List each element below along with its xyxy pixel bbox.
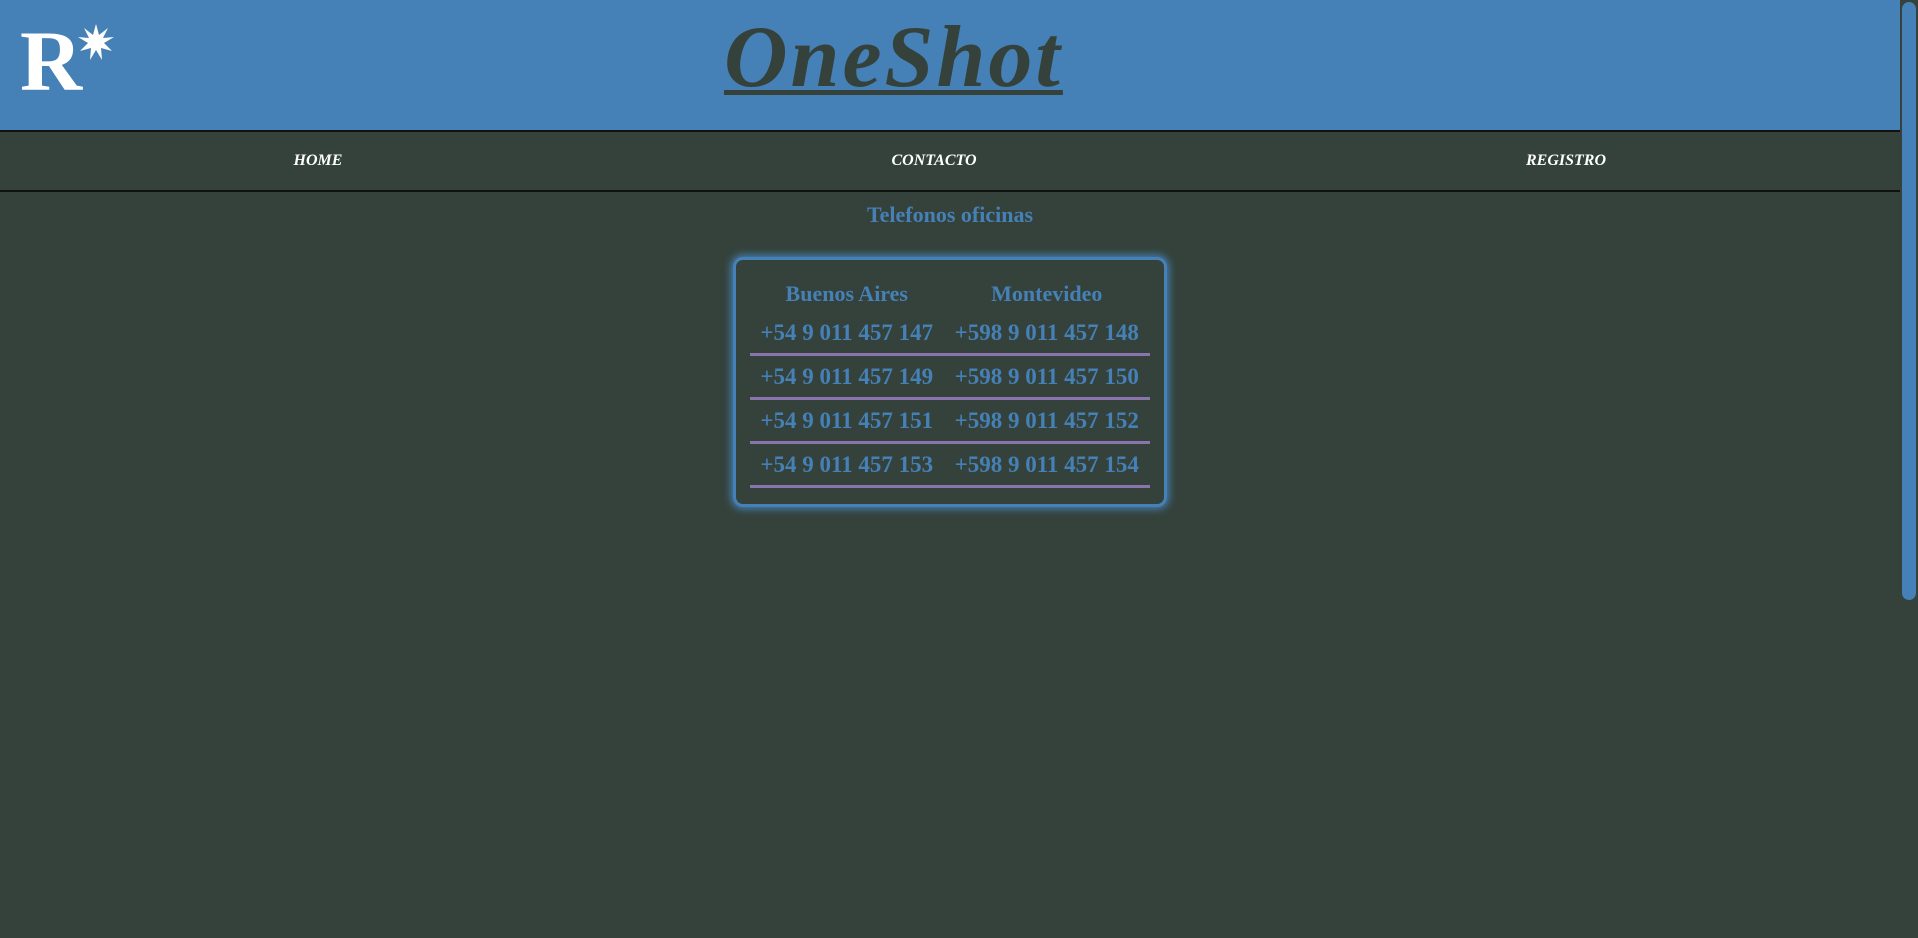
phone-cell: +54 9 011 457 151 (750, 398, 944, 444)
scrollbar-thumb[interactable] (1902, 2, 1916, 600)
phone-cell: +54 9 011 457 147 (750, 312, 944, 356)
page: R OneShot HOME CONTACTO REGISTRO Telefon… (0, 0, 1918, 938)
table-row: +54 9 011 457 149 +598 9 011 457 150 (750, 354, 1150, 400)
column-header-montevideo: Montevideo (991, 281, 1103, 306)
header: R OneShot (0, 0, 1900, 132)
page-title: Telefonos oficinas (866, 202, 1034, 227)
phones-table: Buenos Aires Montevideo +54 9 011 457 14… (750, 276, 1150, 488)
nav-home-link[interactable]: HOME (218, 132, 418, 190)
phones-card: Buenos Aires Montevideo +54 9 011 457 14… (733, 257, 1167, 507)
phone-cell: +598 9 011 457 148 (943, 312, 1150, 356)
logo-letter: R (20, 13, 83, 109)
table-row: +54 9 011 457 151 +598 9 011 457 152 (750, 398, 1150, 444)
vertical-scrollbar[interactable] (1900, 0, 1918, 938)
phone-cell: +598 9 011 457 154 (943, 442, 1150, 488)
brand-title: OneShot (724, 9, 1063, 106)
phone-cell: +598 9 011 457 150 (943, 354, 1150, 400)
column-header-buenos-aires: Buenos Aires (785, 281, 908, 306)
main-nav: HOME CONTACTO REGISTRO (0, 132, 1900, 192)
table-header-row: Buenos Aires Montevideo (750, 276, 1150, 312)
site-logo[interactable]: R (20, 18, 120, 108)
nav-contact-link[interactable]: CONTACTO (834, 132, 1034, 190)
phone-cell: +598 9 011 457 152 (943, 398, 1150, 444)
phone-cell: +54 9 011 457 153 (750, 442, 944, 488)
phone-cell: +54 9 011 457 149 (750, 354, 944, 400)
nav-register-link[interactable]: REGISTRO (1466, 132, 1666, 190)
starburst-icon (78, 24, 114, 60)
table-row: +54 9 011 457 153 +598 9 011 457 154 (750, 442, 1150, 488)
table-row: +54 9 011 457 147 +598 9 011 457 148 (750, 312, 1150, 356)
